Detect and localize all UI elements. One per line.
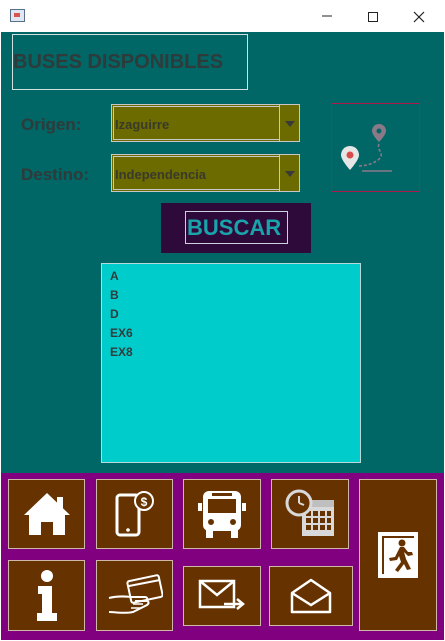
bus-results-list[interactable]: A B D EX6 EX8	[101, 263, 361, 463]
destination-label: Destino:	[21, 165, 89, 184]
card-payment-button[interactable]	[96, 560, 173, 631]
bus-button[interactable]	[183, 479, 261, 549]
schedule-button[interactable]	[271, 479, 349, 549]
minimize-button[interactable]	[305, 0, 351, 32]
svg-text:$: $	[140, 495, 147, 509]
exit-icon	[378, 532, 418, 578]
maximize-button[interactable]	[351, 0, 397, 32]
send-mail-icon	[198, 579, 245, 610]
origin-select-value: Izaguirre	[115, 117, 170, 132]
list-item[interactable]: A	[102, 267, 133, 286]
destination-dropdown-arrow-icon[interactable]	[279, 155, 299, 191]
open-mail-button[interactable]	[269, 566, 353, 626]
origin-dropdown-arrow-icon[interactable]	[279, 105, 299, 141]
destination-select-value: Independencia	[115, 167, 207, 182]
minimize-icon	[322, 15, 332, 17]
open-mail-icon	[290, 578, 332, 614]
home-button[interactable]	[8, 479, 85, 549]
bus-icon	[198, 491, 246, 538]
exit-button[interactable]	[359, 479, 437, 631]
close-button[interactable]	[397, 0, 443, 32]
window-titlebar	[0, 0, 445, 32]
list-item[interactable]: D	[102, 305, 133, 324]
origin-select[interactable]: Izaguirre	[111, 104, 300, 142]
list-item[interactable]: EX6	[102, 324, 133, 343]
page-title: BUSES DISPONIBLES	[13, 51, 224, 73]
schedule-calendar-icon	[285, 489, 334, 536]
list-item[interactable]: B	[102, 286, 133, 305]
map-route-icon[interactable]	[331, 103, 420, 192]
mobile-payment-button[interactable]: $	[96, 479, 173, 549]
maximize-icon	[368, 12, 378, 22]
info-button[interactable]	[8, 560, 85, 631]
search-button-label: BUSCAR	[187, 215, 282, 240]
java-app-icon	[10, 9, 25, 22]
close-icon	[413, 11, 425, 23]
home-icon	[23, 493, 70, 535]
list-item[interactable]: EX8	[102, 343, 133, 362]
mobile-payment-icon: $	[115, 491, 154, 537]
card-payment-icon	[108, 573, 163, 614]
origin-label: Origen:	[21, 115, 82, 134]
info-icon	[36, 569, 57, 621]
destination-select[interactable]: Independencia	[111, 154, 300, 192]
send-mail-button[interactable]	[183, 566, 261, 626]
